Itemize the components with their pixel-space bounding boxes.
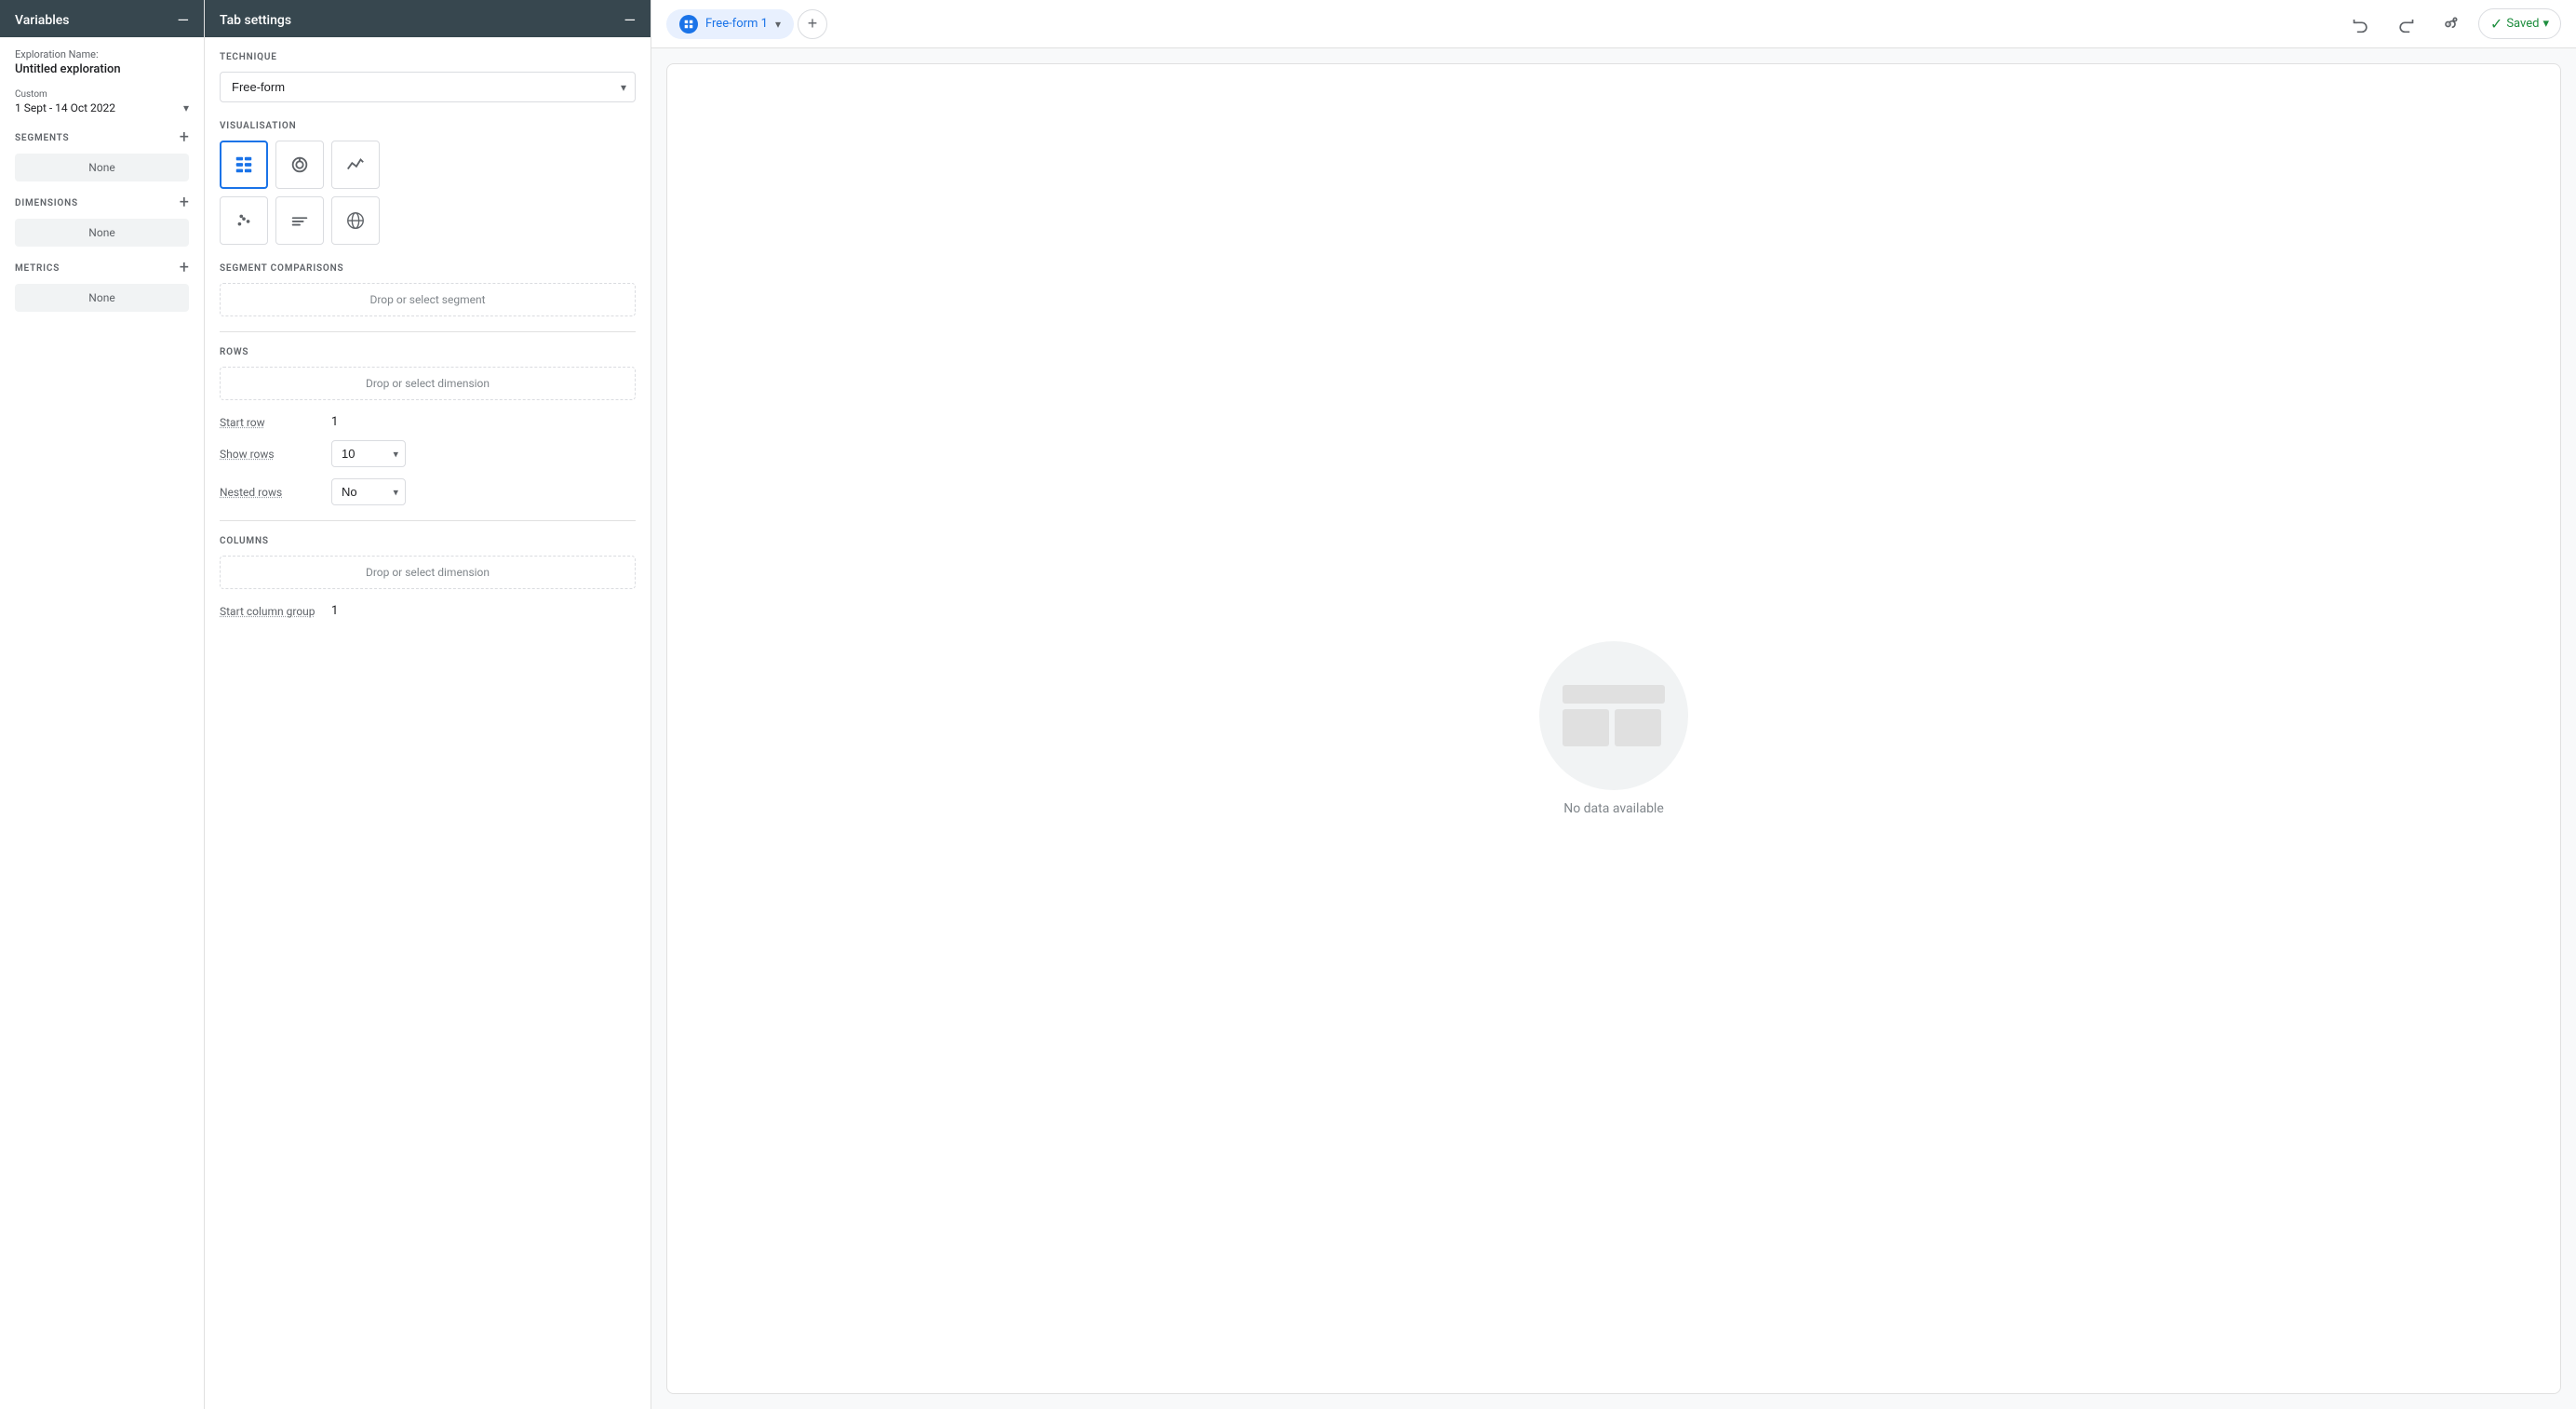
start-row-value[interactable]: 1 bbox=[331, 415, 338, 429]
start-column-group-value[interactable]: 1 bbox=[331, 604, 338, 618]
segment-drop-zone[interactable]: Drop or select segment bbox=[220, 283, 636, 316]
no-data-text: No data available bbox=[1563, 801, 1664, 816]
dimensions-section-header: DIMENSIONS + bbox=[15, 195, 189, 211]
tab-chevron-icon: ▾ bbox=[775, 18, 781, 31]
toolbar-actions: ✓ Saved ▾ bbox=[2344, 7, 2561, 41]
start-column-group-setting: Start column group 1 bbox=[220, 604, 636, 618]
nested-rows-select-wrapper: No Yes ▾ bbox=[331, 478, 406, 505]
status-text: Saved bbox=[2506, 17, 2539, 31]
main-canvas: No data available bbox=[666, 63, 2561, 1394]
metrics-label: METRICS bbox=[15, 263, 60, 274]
nested-rows-select[interactable]: No Yes bbox=[331, 478, 406, 505]
segments-label: SEGMENTS bbox=[15, 133, 69, 143]
show-rows-select-wrapper: 10 25 50 100 ▾ bbox=[331, 440, 406, 467]
columns-drop-zone[interactable]: Drop or select dimension bbox=[220, 556, 636, 589]
vis-button-bar[interactable] bbox=[275, 196, 324, 245]
start-row-label: Start row bbox=[220, 416, 331, 429]
dimensions-none: None bbox=[15, 219, 189, 247]
tab-settings-header: Tab settings — bbox=[205, 0, 651, 37]
exploration-name[interactable]: Untitled exploration bbox=[15, 62, 189, 76]
redo-button[interactable] bbox=[2389, 7, 2422, 41]
show-rows-select[interactable]: 10 25 50 100 bbox=[331, 440, 406, 467]
rows-section: ROWS Drop or select dimension Start row … bbox=[220, 347, 636, 505]
add-tab-button[interactable]: + bbox=[798, 9, 827, 39]
undo-button[interactable] bbox=[2344, 7, 2378, 41]
date-range-block[interactable]: Custom 1 Sept - 14 Oct 2022 ▾ bbox=[15, 89, 189, 114]
variables-title: Variables bbox=[15, 13, 69, 28]
status-icon: ✓ bbox=[2490, 15, 2502, 33]
nested-rows-label: Nested rows bbox=[220, 486, 331, 499]
metrics-section-header: METRICS + bbox=[15, 260, 189, 276]
no-data-inner bbox=[1563, 685, 1665, 746]
tab-settings-panel: Tab settings — TECHNIQUE Free-form ▾ VIS… bbox=[205, 0, 651, 1409]
tab-icon bbox=[679, 15, 698, 34]
status-button[interactable]: ✓ Saved ▾ bbox=[2478, 8, 2561, 39]
no-data-cell-2 bbox=[1615, 709, 1661, 746]
visualisation-grid bbox=[220, 141, 636, 245]
rows-drop-zone[interactable]: Drop or select dimension bbox=[220, 367, 636, 400]
vis-button-table[interactable] bbox=[220, 141, 268, 189]
vis-button-donut[interactable] bbox=[275, 141, 324, 189]
start-column-group-label: Start column group bbox=[220, 605, 331, 618]
tabs-area: Free-form 1 ▾ + bbox=[666, 9, 827, 39]
variables-body: Exploration Name: Untitled exploration C… bbox=[0, 37, 204, 1409]
columns-label: COLUMNS bbox=[220, 536, 636, 546]
metrics-none: None bbox=[15, 284, 189, 312]
variables-panel-header: Variables — bbox=[0, 0, 204, 37]
no-data-row1 bbox=[1563, 685, 1665, 704]
segment-comparisons-label: SEGMENT COMPARISONS bbox=[220, 263, 636, 274]
show-rows-setting: Show rows 10 25 50 100 ▾ bbox=[220, 440, 636, 467]
technique-label: TECHNIQUE bbox=[220, 52, 636, 62]
tab-settings-title: Tab settings bbox=[220, 13, 291, 28]
nested-rows-setting: Nested rows No Yes ▾ bbox=[220, 478, 636, 505]
segments-none: None bbox=[15, 154, 189, 181]
date-custom-label: Custom bbox=[15, 89, 189, 100]
exploration-label: Exploration Name: bbox=[15, 48, 189, 60]
dimensions-label: DIMENSIONS bbox=[15, 198, 78, 208]
variables-panel: Variables — Exploration Name: Untitled e… bbox=[0, 0, 205, 1409]
start-row-setting: Start row 1 bbox=[220, 415, 636, 429]
visualisation-label: VISUALISATION bbox=[220, 121, 636, 131]
main-content: Free-form 1 ▾ + bbox=[651, 0, 2576, 1409]
share-button[interactable] bbox=[2434, 7, 2467, 41]
technique-select-wrapper: Free-form ▾ bbox=[220, 72, 636, 102]
segments-add-button[interactable]: + bbox=[180, 129, 189, 146]
date-chevron-icon: ▾ bbox=[183, 101, 189, 114]
metrics-add-button[interactable]: + bbox=[180, 260, 189, 276]
vis-button-line[interactable] bbox=[331, 141, 380, 189]
vis-button-geo[interactable] bbox=[331, 196, 380, 245]
rows-label: ROWS bbox=[220, 347, 636, 357]
tab-freeform1[interactable]: Free-form 1 ▾ bbox=[666, 9, 794, 39]
date-range-selector[interactable]: 1 Sept - 14 Oct 2022 ▾ bbox=[15, 101, 189, 114]
variables-close-icon[interactable]: — bbox=[178, 13, 190, 28]
no-data-icon bbox=[1539, 641, 1688, 790]
tab-settings-close-icon[interactable]: — bbox=[624, 13, 637, 28]
vis-button-scatter[interactable] bbox=[220, 196, 268, 245]
tab-label: Free-form 1 bbox=[705, 17, 768, 31]
date-range-text: 1 Sept - 14 Oct 2022 bbox=[15, 101, 115, 114]
segments-section-header: SEGMENTS + bbox=[15, 129, 189, 146]
no-data-cell-1 bbox=[1563, 709, 1609, 746]
tab-settings-body: TECHNIQUE Free-form ▾ VISUALISATION bbox=[205, 37, 651, 1409]
show-rows-label: Show rows bbox=[220, 448, 331, 461]
dimensions-add-button[interactable]: + bbox=[180, 195, 189, 211]
technique-select[interactable]: Free-form bbox=[220, 72, 636, 102]
no-data-row2 bbox=[1563, 709, 1665, 746]
columns-section: COLUMNS Drop or select dimension Start c… bbox=[220, 536, 636, 618]
main-toolbar: Free-form 1 ▾ + bbox=[651, 0, 2576, 48]
status-dropdown-icon: ▾ bbox=[2542, 17, 2549, 31]
